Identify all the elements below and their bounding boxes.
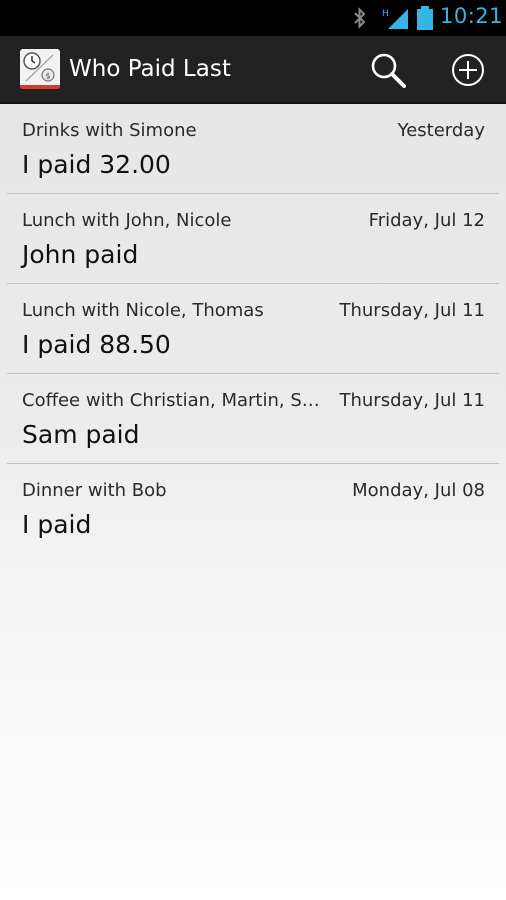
- status-bar: H 10:21: [0, 0, 506, 36]
- logo-strip: [20, 85, 60, 89]
- list-item[interactable]: Drinks with Simone Yesterday I paid 32.0…: [7, 104, 499, 194]
- app-logo-icon[interactable]: $: [20, 49, 60, 89]
- item-title: Coffee with Christian, Martin, Sam: [22, 390, 327, 411]
- search-button[interactable]: [366, 48, 410, 92]
- item-payer: I paid 32.00: [22, 150, 171, 179]
- item-date: Thursday, Jul 11: [339, 300, 486, 321]
- add-icon: [452, 54, 484, 86]
- list-item[interactable]: Lunch with Nicole, Thomas Thursday, Jul …: [7, 284, 499, 374]
- signal-icon: H: [382, 9, 408, 29]
- add-button[interactable]: [446, 48, 490, 92]
- svg-text:$: $: [45, 72, 50, 81]
- list-item[interactable]: Lunch with John, Nicole Friday, Jul 12 J…: [7, 194, 499, 284]
- item-payer: I paid: [22, 510, 92, 539]
- item-date: Friday, Jul 12: [368, 210, 485, 231]
- item-payer: John paid: [22, 240, 139, 269]
- battery-icon: [417, 6, 433, 30]
- item-payer: I paid 88.50: [22, 330, 171, 359]
- network-type-label: H: [382, 9, 389, 19]
- payment-list: Drinks with Simone Yesterday I paid 32.0…: [0, 104, 506, 554]
- item-date: Monday, Jul 08: [352, 480, 485, 501]
- item-title: Drinks with Simone: [22, 120, 197, 141]
- item-title: Dinner with Bob: [22, 480, 167, 501]
- list-item[interactable]: Coffee with Christian, Martin, Sam Thurs…: [7, 374, 499, 464]
- item-date: Thursday, Jul 11: [339, 390, 486, 411]
- item-date: Yesterday: [397, 120, 485, 141]
- item-title: Lunch with Nicole, Thomas: [22, 300, 264, 321]
- list-item[interactable]: Dinner with Bob Monday, Jul 08 I paid: [7, 464, 499, 554]
- app-title: Who Paid Last: [69, 56, 231, 82]
- item-payer: Sam paid: [22, 420, 140, 449]
- item-title: Lunch with John, Nicole: [22, 210, 232, 231]
- bluetooth-icon: [354, 7, 366, 29]
- search-icon: [371, 53, 406, 88]
- clock-coin-icon: $: [23, 52, 55, 82]
- status-clock: 10:21: [440, 4, 504, 28]
- action-bar: $ Who Paid Last: [0, 36, 506, 104]
